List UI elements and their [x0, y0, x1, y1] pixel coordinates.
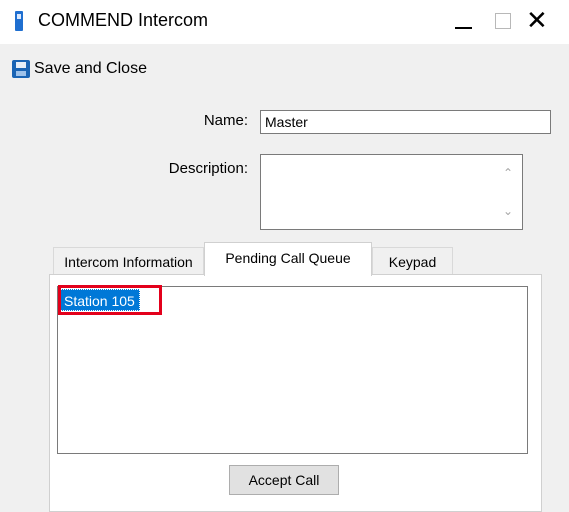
- close-button[interactable]: ✕: [526, 8, 548, 34]
- app-icon: [15, 11, 23, 31]
- scroll-down-icon[interactable]: ⌄: [502, 205, 514, 217]
- maximize-button[interactable]: [495, 13, 511, 29]
- highlight-annotation: [58, 285, 162, 315]
- title-bar: COMMEND Intercom ✕: [0, 0, 569, 44]
- commend-intercom-window: COMMEND Intercom ✕ Save and Close Name: …: [0, 0, 569, 512]
- scroll-up-icon[interactable]: ⌃: [502, 167, 514, 179]
- description-field[interactable]: [260, 154, 523, 230]
- floppy-disk-icon: [12, 60, 30, 78]
- description-label: Description:: [168, 160, 248, 177]
- accept-call-button[interactable]: Accept Call: [229, 465, 339, 495]
- tab-keypad[interactable]: Keypad: [372, 247, 453, 275]
- save-and-close-label: Save and Close: [34, 60, 147, 77]
- minimize-button[interactable]: [455, 27, 472, 29]
- name-field[interactable]: Master: [260, 110, 551, 134]
- save-and-close-button[interactable]: Save and Close: [12, 57, 147, 81]
- tab-pending-call-queue[interactable]: Pending Call Queue: [204, 242, 372, 276]
- window-title: COMMEND Intercom: [38, 10, 209, 30]
- description-scrollbar[interactable]: ⌃ ⌄: [493, 154, 523, 230]
- name-label: Name:: [203, 112, 248, 129]
- tab-intercom-information[interactable]: Intercom Information: [53, 247, 204, 275]
